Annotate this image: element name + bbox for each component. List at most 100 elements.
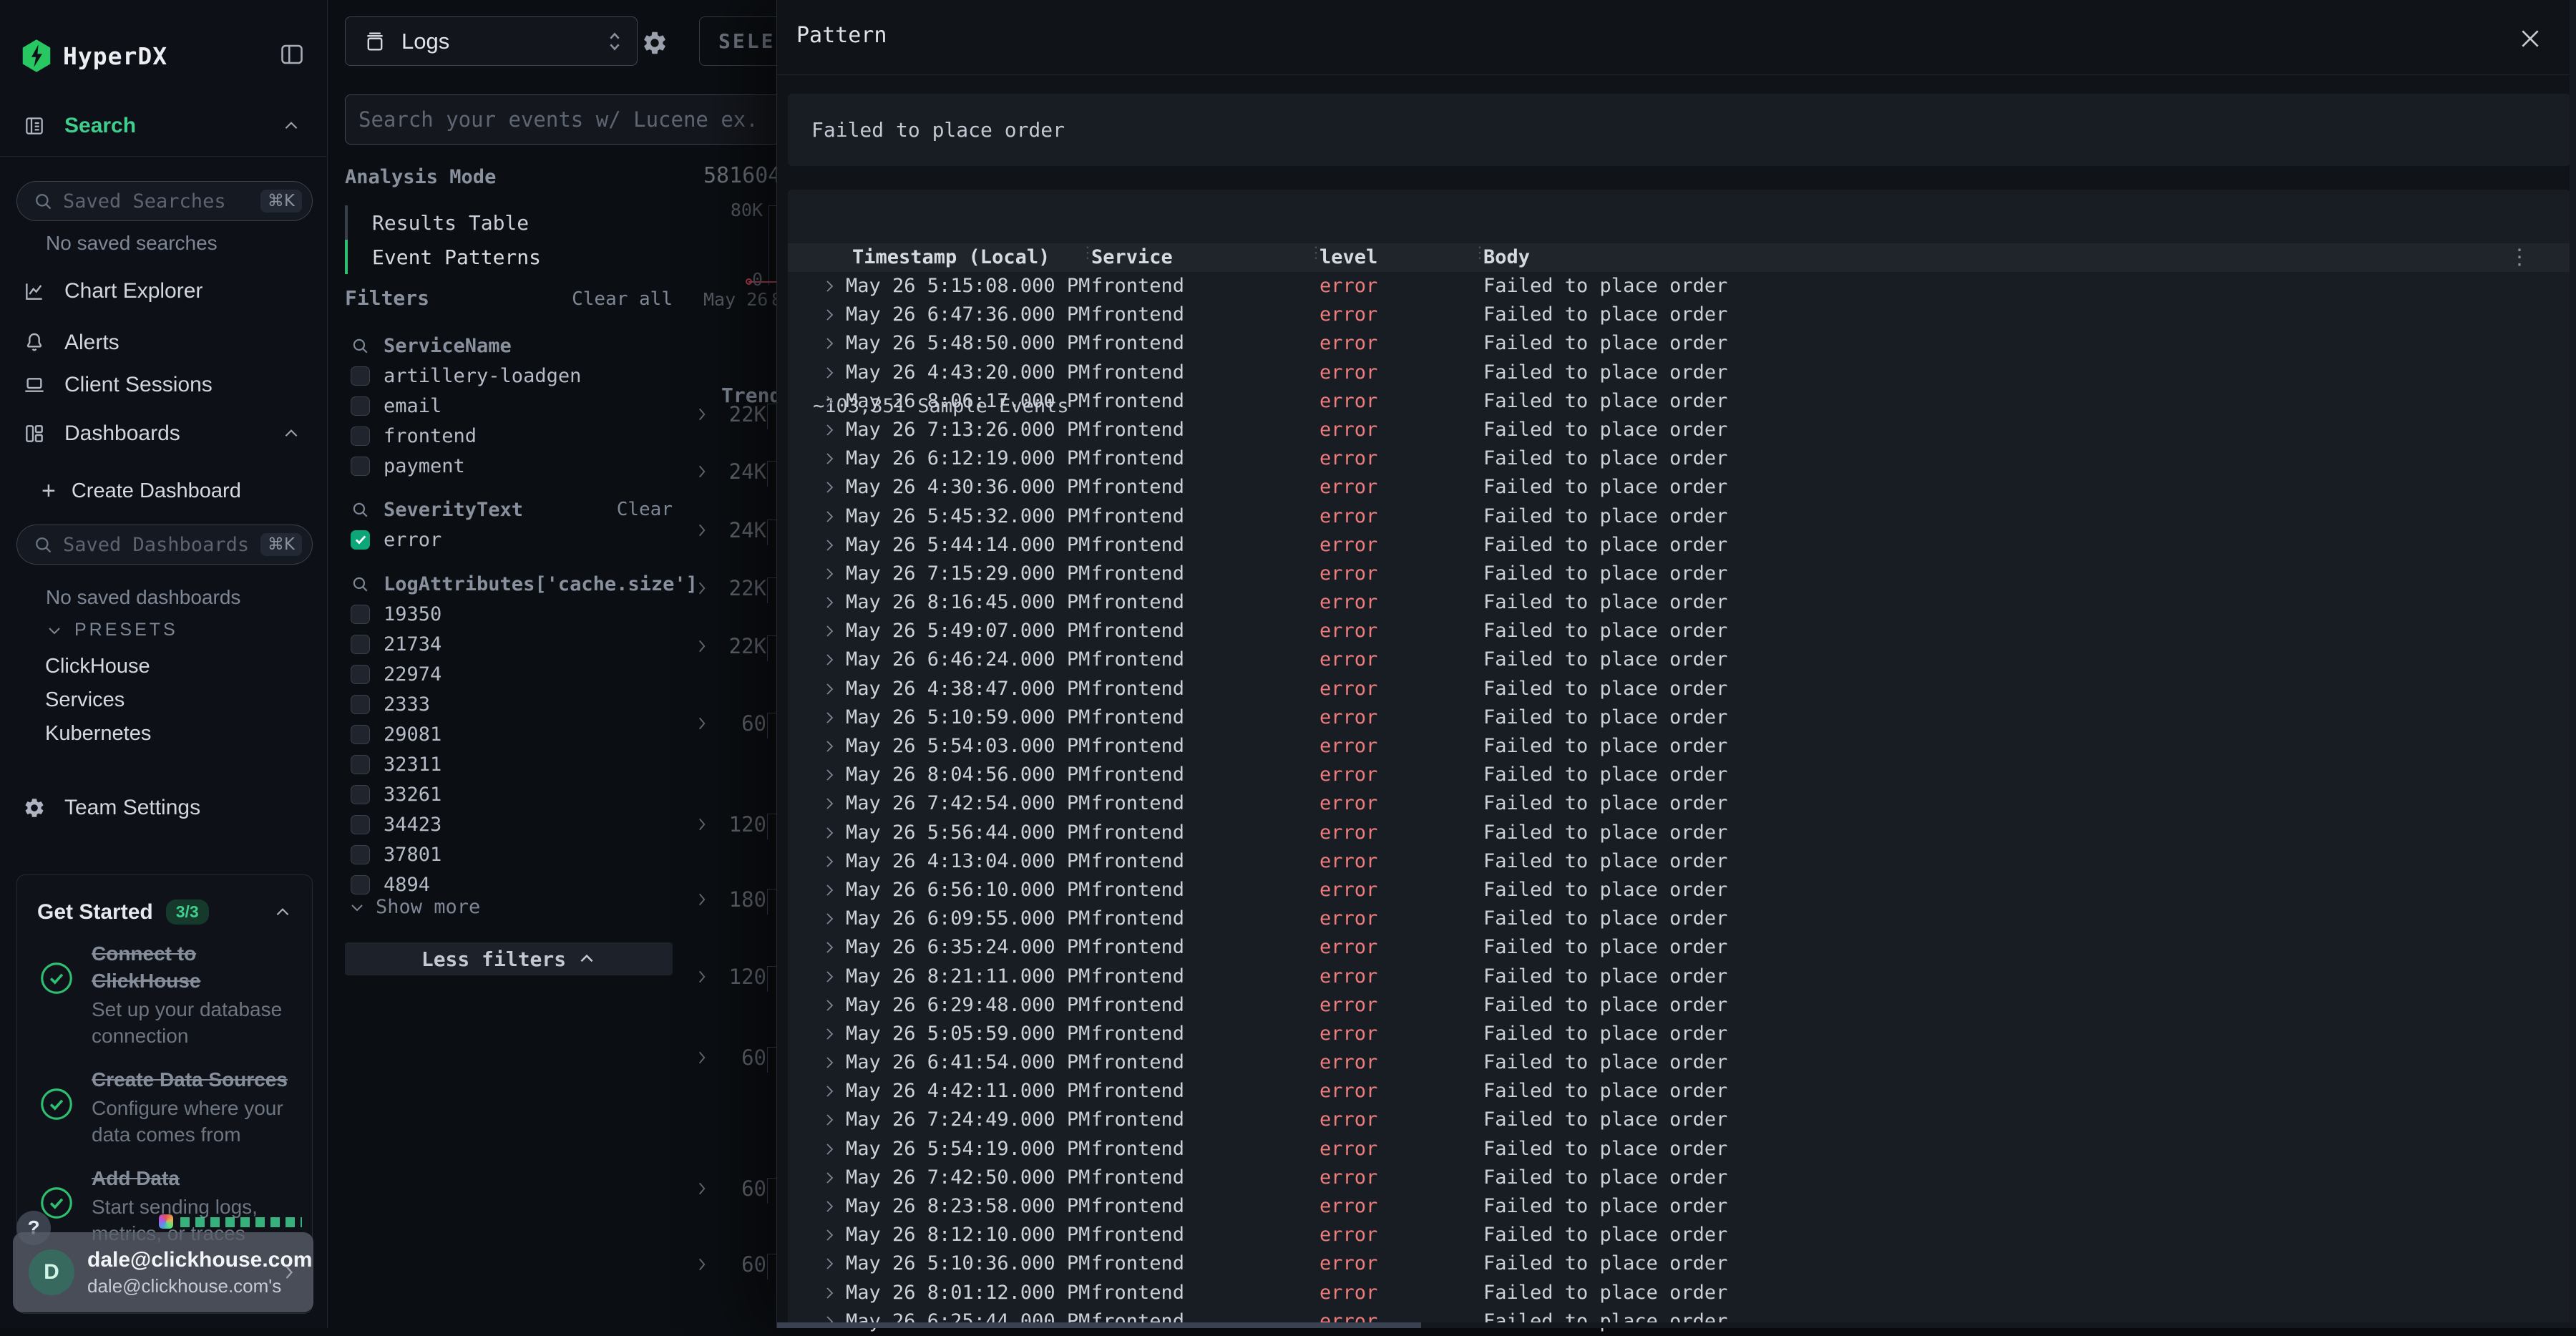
user-account-button[interactable]: D dale@clickhouse.com dale@clickhouse.co… [13, 1232, 313, 1312]
checkbox[interactable] [351, 725, 370, 744]
checkbox[interactable] [351, 695, 370, 714]
table-row[interactable]: May 26 5:45:32.000 PM frontend error Fai… [788, 502, 2570, 531]
table-row[interactable]: May 26 7:24:49.000 PM frontend error Fai… [788, 1106, 2570, 1134]
table-row[interactable]: May 26 6:41:54.000 PM frontend error Fai… [788, 1048, 2570, 1077]
expand-row-icon[interactable] [821, 991, 839, 1020]
horizontal-scrollbar-thumb[interactable] [777, 1322, 1421, 1328]
table-row[interactable]: May 26 6:46:24.000 PM frontend error Fai… [788, 645, 2570, 674]
table-row[interactable]: May 26 7:42:54.000 PM frontend error Fai… [788, 789, 2570, 818]
filter-option[interactable]: 37801 [345, 839, 673, 869]
sidebar-item-alerts[interactable]: Alerts [0, 324, 328, 361]
filter-option[interactable]: 29081 [345, 719, 673, 749]
checkbox[interactable] [351, 635, 370, 654]
table-row[interactable]: May 26 7:42:50.000 PM frontend error Fai… [788, 1164, 2570, 1192]
table-row[interactable]: May 26 5:05:59.000 PM frontend error Fai… [788, 1020, 2570, 1048]
expand-row-icon[interactable] [821, 1192, 839, 1221]
table-row[interactable]: May 26 5:49:07.000 PM frontend error Fai… [788, 617, 2570, 645]
expand-row-icon[interactable] [821, 502, 839, 531]
checkbox[interactable] [351, 426, 370, 446]
chevron-right-icon[interactable] [693, 815, 711, 834]
filter-option[interactable]: 33261 [345, 779, 673, 809]
table-row[interactable]: May 26 8:01:12.000 PM frontend error Fai… [788, 1279, 2570, 1307]
chevron-right-icon[interactable] [693, 1179, 711, 1198]
checkbox[interactable] [351, 457, 370, 476]
expand-row-icon[interactable] [821, 1164, 839, 1192]
column-resize-handle[interactable]: ⋮ [1080, 248, 1083, 267]
filter-option[interactable]: 32311 [345, 749, 673, 779]
show-more-button[interactable]: Show more [348, 896, 480, 918]
chevron-right-icon[interactable] [693, 1048, 711, 1067]
source-select[interactable]: Logs [345, 16, 638, 66]
column-header-timestamp[interactable]: Timestamp (Local) [852, 243, 1050, 272]
table-row[interactable]: May 26 4:13:04.000 PM frontend error Fai… [788, 847, 2570, 876]
expand-row-icon[interactable] [821, 473, 839, 502]
column-header-level[interactable]: level [1319, 243, 1377, 272]
expand-row-icon[interactable] [821, 933, 839, 962]
chevron-right-icon[interactable] [693, 637, 711, 655]
clear-group-button[interactable]: Clear [617, 499, 673, 520]
expand-row-icon[interactable] [821, 732, 839, 761]
sidebar-item-chart-explorer[interactable]: Chart Explorer [0, 273, 328, 310]
expand-row-icon[interactable] [821, 359, 839, 387]
checkbox[interactable] [351, 605, 370, 624]
create-dashboard-button[interactable]: + Create Dashboard [42, 473, 299, 509]
expand-row-icon[interactable] [821, 789, 839, 818]
checkbox[interactable] [351, 875, 370, 894]
chevron-up-icon[interactable] [282, 424, 301, 443]
table-row[interactable]: May 26 8:21:11.000 PM frontend error Fai… [788, 962, 2570, 991]
table-row[interactable]: May 26 5:10:36.000 PM frontend error Fai… [788, 1249, 2570, 1278]
saved-searches-field[interactable] [63, 190, 260, 213]
expand-row-icon[interactable] [821, 1048, 839, 1077]
filter-option[interactable]: 2333 [345, 689, 673, 719]
table-row[interactable]: May 26 7:13:26.000 PM frontend error Fai… [788, 416, 2570, 444]
expand-row-icon[interactable] [821, 962, 839, 991]
expand-row-icon[interactable] [821, 819, 839, 847]
table-row[interactable]: May 26 8:04:56.000 PM frontend error Fai… [788, 761, 2570, 789]
expand-row-icon[interactable] [821, 905, 839, 933]
table-row[interactable]: May 26 5:10:59.000 PM frontend error Fai… [788, 703, 2570, 732]
expand-row-icon[interactable] [821, 1020, 839, 1048]
get-started-item[interactable]: Create Data Sources Configure where your… [37, 1066, 292, 1148]
table-row[interactable]: May 26 4:38:47.000 PM frontend error Fai… [788, 675, 2570, 703]
expand-row-icon[interactable] [821, 444, 839, 473]
table-row[interactable]: May 26 4:42:11.000 PM frontend error Fai… [788, 1077, 2570, 1106]
search-icon[interactable] [351, 575, 369, 593]
checkbox[interactable] [351, 396, 370, 416]
sidebar-item-team-settings[interactable]: Team Settings [0, 789, 328, 827]
table-row[interactable]: May 26 4:30:36.000 PM frontend error Fai… [788, 473, 2570, 502]
checkbox[interactable] [351, 845, 370, 864]
chevron-right-icon[interactable] [693, 579, 711, 598]
expand-row-icon[interactable] [821, 761, 839, 789]
tab-event-patterns[interactable]: Event Patterns [345, 240, 673, 274]
filter-option[interactable]: email [345, 391, 673, 421]
table-row[interactable]: May 26 6:47:36.000 PM frontend error Fai… [788, 301, 2570, 329]
table-row[interactable]: May 26 8:06:17.000 PM frontend error Fai… [788, 387, 2570, 416]
chevron-up-icon[interactable] [282, 117, 301, 135]
filter-option[interactable]: error [345, 525, 673, 555]
expand-row-icon[interactable] [821, 1135, 839, 1164]
checkbox[interactable] [351, 785, 370, 804]
filter-option[interactable]: 22974 [345, 659, 673, 689]
expand-row-icon[interactable] [821, 588, 839, 617]
table-row[interactable]: May 26 4:43:20.000 PM frontend error Fai… [788, 359, 2570, 387]
table-row[interactable]: May 26 6:09:55.000 PM frontend error Fai… [788, 905, 2570, 933]
table-row[interactable]: May 26 5:44:14.000 PM frontend error Fai… [788, 531, 2570, 560]
chevron-right-icon[interactable] [693, 714, 711, 733]
expand-row-icon[interactable] [821, 560, 839, 588]
expand-row-icon[interactable] [821, 301, 839, 329]
expand-row-icon[interactable] [821, 1279, 839, 1307]
presets-toggle[interactable]: PRESETS [46, 620, 178, 640]
chevron-right-icon[interactable] [693, 521, 711, 540]
preset-dashboard-item[interactable]: Services [45, 683, 260, 717]
sidebar-item-client-sessions[interactable]: Client Sessions [0, 366, 328, 404]
chevron-right-icon[interactable] [693, 405, 711, 424]
column-resize-handle[interactable]: ⋮ [1472, 248, 1475, 267]
expand-row-icon[interactable] [821, 1307, 839, 1336]
filter-option[interactable]: 21734 [345, 629, 673, 659]
search-icon[interactable] [351, 500, 369, 519]
filter-option[interactable]: 34423 [345, 809, 673, 839]
checkbox[interactable] [351, 530, 370, 550]
preset-dashboard-item[interactable]: ClickHouse [45, 650, 260, 683]
close-icon[interactable] [2516, 24, 2545, 53]
table-row[interactable]: May 26 8:16:45.000 PM frontend error Fai… [788, 588, 2570, 617]
